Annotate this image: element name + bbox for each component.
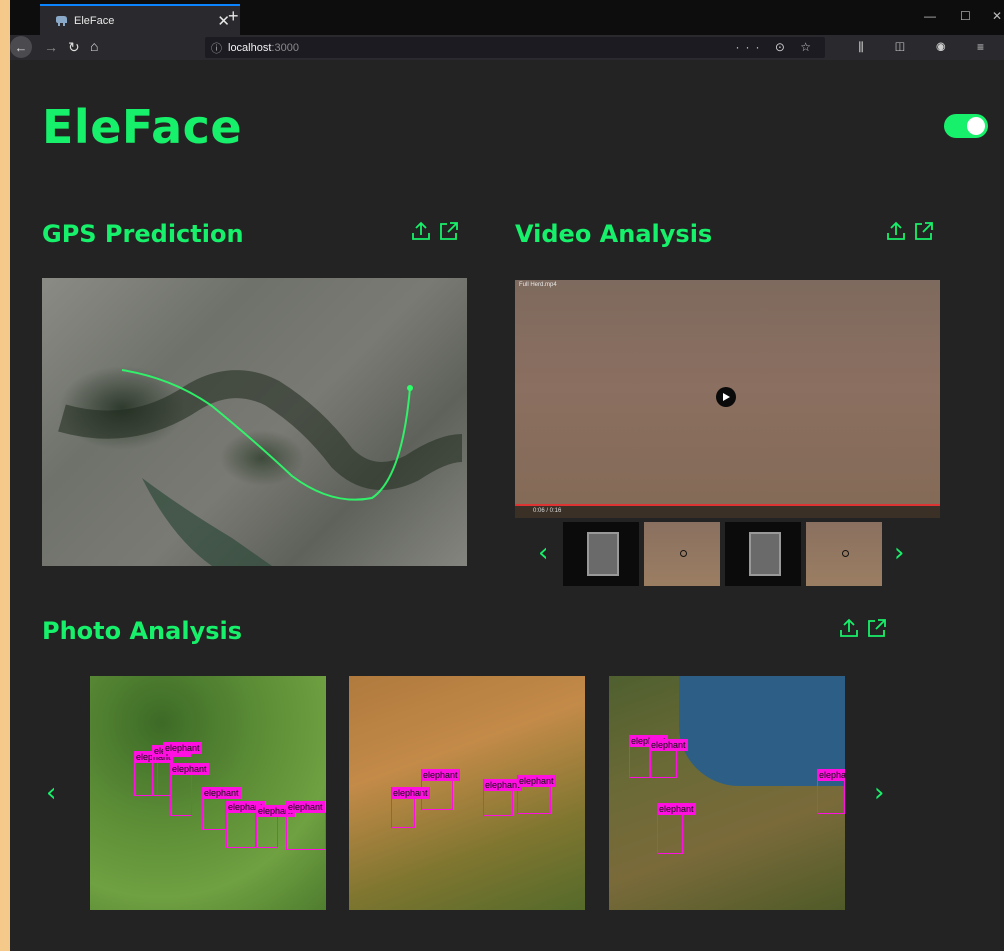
site-info-icon[interactable]: ⓘ (211, 40, 222, 56)
detection-box: elephant (421, 769, 460, 810)
play-icon (723, 393, 730, 401)
reload-button[interactable]: ↻ (68, 39, 80, 56)
toolbar-icons[interactable]: ⫼ ◫ ◉ ≡ (858, 40, 998, 55)
gps-section-title: GPS Prediction (42, 220, 244, 248)
detection-box: elephant (226, 801, 265, 848)
tab-bar: EleFace ✕ + — ☐ ✕ (10, 0, 1004, 35)
open-external-icon[interactable] (913, 220, 935, 242)
detection-label: elephant (657, 803, 696, 815)
detection-box: elephant (483, 779, 522, 816)
video-section-title: Video Analysis (515, 220, 713, 248)
new-tab-button[interactable]: + (228, 6, 239, 27)
photo-actions (838, 617, 888, 639)
detection-box: elephant (286, 801, 326, 850)
upload-icon[interactable] (410, 220, 432, 242)
photo-section-title: Photo Analysis (42, 617, 243, 645)
gps-map[interactable] (42, 278, 467, 566)
video-thumbnail[interactable] (725, 522, 801, 586)
detection-box: elephant (629, 735, 668, 778)
photo-1[interactable]: elephant elephant elephant elephant elep… (90, 676, 326, 910)
detection-box: elephant (202, 787, 241, 830)
tab-eleface[interactable]: EleFace ✕ (40, 4, 240, 35)
forward-button[interactable]: → (44, 39, 58, 55)
detection-label: elephant (163, 742, 202, 754)
detection-box: elephant (163, 742, 202, 768)
detection-box: elephant (170, 763, 209, 816)
detection-box: elephant (657, 803, 696, 854)
video-time: 0:06 / 0:16 (533, 508, 562, 514)
minimize-button[interactable]: — (924, 9, 936, 23)
video-filename: Full Herd.mp4 (519, 282, 557, 288)
maximize-button[interactable]: ☐ (960, 9, 971, 23)
video-next-arrow[interactable]: › (894, 538, 904, 568)
detection-box: elephant (649, 739, 688, 778)
detection-label: elephant (483, 779, 522, 791)
upload-icon[interactable] (885, 220, 907, 242)
detection-label: elephant (817, 769, 845, 781)
url-bar[interactable]: ⓘ localhost :3000 ··· ⊙ ☆ (205, 37, 825, 58)
detection-label: elephant (517, 775, 556, 787)
upload-icon[interactable] (838, 617, 860, 639)
open-external-icon[interactable] (438, 220, 460, 242)
url-actions[interactable]: ··· ⊙ ☆ (736, 40, 817, 54)
back-button[interactable]: ← (10, 36, 32, 58)
play-button[interactable] (716, 387, 736, 407)
detection-label: elephant (286, 801, 325, 813)
video-thumbnail[interactable] (806, 522, 882, 586)
elephant-favicon-icon (56, 15, 67, 26)
photo-2[interactable]: elephant elephant elephant elephant (349, 676, 585, 910)
detection-box: elephant (517, 775, 556, 814)
gps-track (58, 369, 463, 566)
detection-box: elephant (817, 769, 845, 814)
tab-title: EleFace (74, 14, 115, 27)
video-thumbnail[interactable] (563, 522, 639, 586)
url-port: :3000 (271, 41, 299, 54)
browser-window: EleFace ✕ + — ☐ ✕ ← → ↻ ⌂ ⓘ localhost :3… (10, 0, 1004, 951)
video-player[interactable]: Full Herd.mp4 0:06 / 0:16 (515, 280, 940, 518)
detection-label: elephant (649, 739, 688, 751)
video-actions (885, 220, 935, 242)
video-controls: 0:06 / 0:16 (515, 506, 940, 518)
nav-toolbar: ← → ↻ ⌂ ⓘ localhost :3000 ··· ⊙ ☆ ⫼ ◫ ◉ … (10, 35, 1004, 60)
theme-toggle[interactable] (944, 114, 988, 138)
brand-title: EleFace (42, 100, 243, 154)
gps-actions (410, 220, 460, 242)
photo-3[interactable]: elephant elephant elephant elephant (609, 676, 845, 910)
photo-prev-arrow[interactable]: ‹ (46, 778, 56, 808)
open-external-icon[interactable] (866, 617, 888, 639)
url-host: localhost (228, 41, 272, 54)
video-thumbnail[interactable] (644, 522, 720, 586)
detection-box: elephant (256, 805, 295, 848)
detection-box: elephant (391, 787, 430, 828)
detection-label: elephant (421, 769, 460, 781)
detection-label: elephant (202, 787, 241, 799)
home-button[interactable]: ⌂ (90, 38, 98, 54)
toggle-knob (967, 117, 985, 135)
close-window-button[interactable]: ✕ (992, 9, 1002, 23)
photo-next-arrow[interactable]: › (874, 778, 884, 808)
video-prev-arrow[interactable]: ‹ (538, 538, 548, 568)
